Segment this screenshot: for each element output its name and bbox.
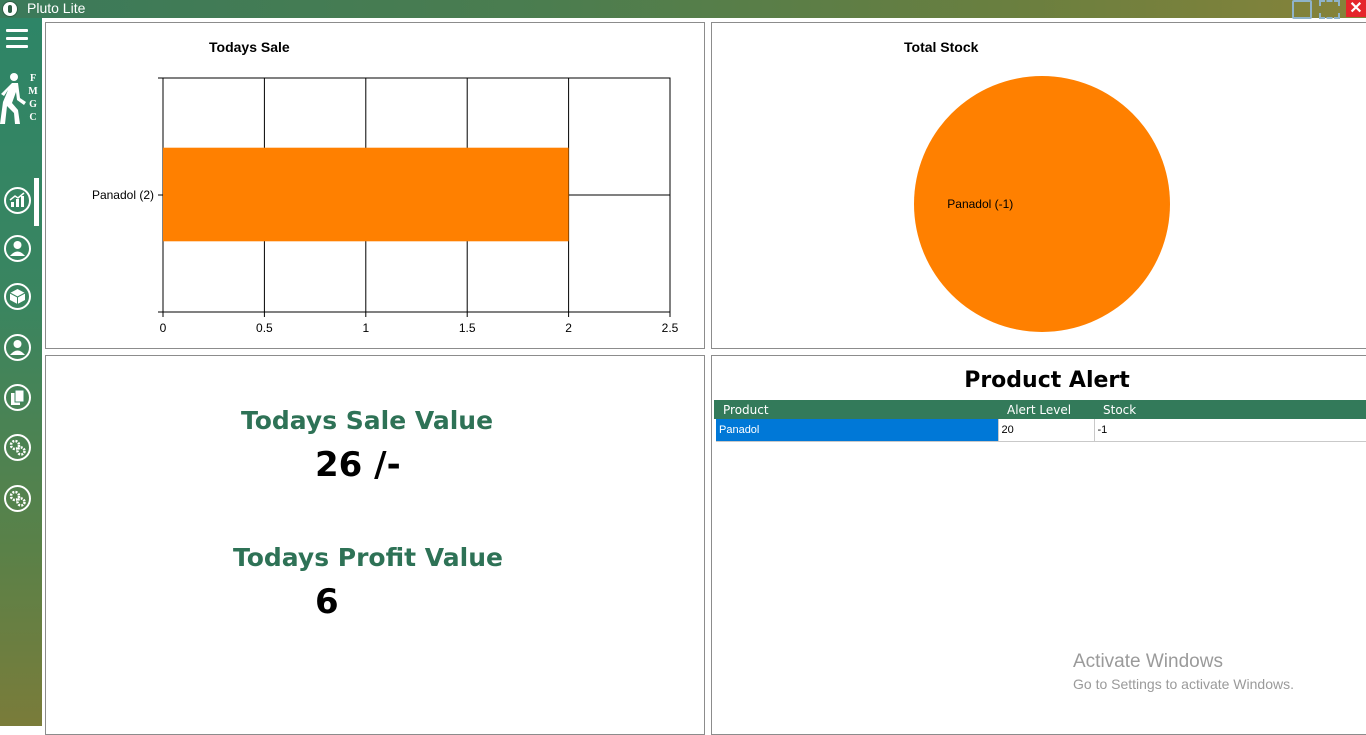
sidebar-item-users[interactable] — [4, 334, 31, 361]
chart-growth-icon — [9, 192, 25, 207]
user-icon — [10, 241, 25, 256]
cell-stock[interactable]: -1 — [1094, 419, 1366, 442]
sidebar-item-settings[interactable] — [4, 434, 31, 461]
minimize-button[interactable] — [1290, 0, 1312, 19]
brand-letters: F M G C — [28, 73, 38, 123]
sale-category-label: Panadol (2) — [92, 188, 154, 202]
sidebar: F M G C — [0, 18, 42, 726]
sidebar-item-advanced-settings[interactable] — [4, 485, 31, 512]
active-nav-indicator — [34, 178, 39, 226]
maximize-button[interactable] — [1318, 0, 1340, 19]
product-alert-title: Product Alert — [964, 368, 1130, 393]
title-bar: Pluto Lite ✕ — [0, 0, 1366, 19]
product-alert-table: Product Alert Level Stock Panadol 20 -1 — [712, 400, 1366, 442]
window-title: Pluto Lite — [27, 0, 86, 16]
documents-icon — [11, 389, 25, 405]
sidebar-item-dashboard[interactable] — [4, 187, 31, 214]
stock-pie-chart: Panadol (-1) — [914, 76, 1170, 332]
app-logo-icon — [2, 1, 18, 17]
values-panel: Todays Sale Value 26 /- Todays Profit Va… — [45, 355, 705, 735]
column-header-product[interactable]: Product — [714, 400, 998, 419]
table-row[interactable]: Panadol 20 -1 — [712, 419, 1366, 442]
menu-icon[interactable] — [6, 29, 28, 51]
sale-xtick-label: 1 — [362, 321, 369, 335]
cell-product[interactable]: Panadol — [712, 419, 999, 442]
column-header-stock[interactable]: Stock — [1094, 400, 1366, 419]
activation-watermark-subtitle: Go to Settings to activate Windows. — [1073, 676, 1294, 692]
sale-chart-panel: Todays Sale 0 0.5 1 1.5 2 2.5 Panadol (2) — [45, 22, 705, 349]
sale-xtick-label: 0.5 — [256, 321, 273, 335]
sale-xtick-label: 0 — [160, 321, 167, 335]
close-button[interactable]: ✕ — [1346, 0, 1366, 17]
sale-xtick-label: 2.5 — [662, 321, 679, 335]
column-header-alert-level[interactable]: Alert Level — [998, 400, 1094, 419]
brand-logo: F M G C — [0, 72, 42, 128]
sale-value-label: Todays Sale Value — [241, 406, 494, 435]
sidebar-item-reports[interactable] — [4, 384, 31, 411]
sale-bar-chart: 0 0.5 1 1.5 2 2.5 Panadol (2) — [92, 77, 679, 335]
person-icon — [10, 340, 25, 355]
cell-alert-level[interactable]: 20 — [998, 419, 1095, 442]
profit-value-amount: 6 — [315, 582, 339, 622]
box-icon — [9, 289, 26, 304]
activation-watermark-title: Activate Windows — [1073, 651, 1223, 672]
sale-value-amount: 26 /- — [315, 445, 401, 485]
table-header-row: Product Alert Level Stock — [714, 400, 1366, 419]
gears-icon — [9, 439, 26, 456]
gears-icon — [9, 490, 26, 507]
profit-value-label: Todays Profit Value — [233, 543, 503, 572]
stock-slice-label: Panadol (-1) — [947, 197, 1013, 211]
sidebar-item-customers[interactable] — [4, 235, 31, 262]
stock-chart-panel: Total Stock Panadol (-1) — [711, 22, 1366, 349]
sale-bar[interactable] — [163, 147, 569, 242]
sidebar-item-products[interactable] — [4, 283, 31, 310]
walking-man-icon — [0, 73, 26, 124]
sale-xtick-label: 1.5 — [459, 321, 476, 335]
sale-xtick-label: 2 — [565, 321, 572, 335]
